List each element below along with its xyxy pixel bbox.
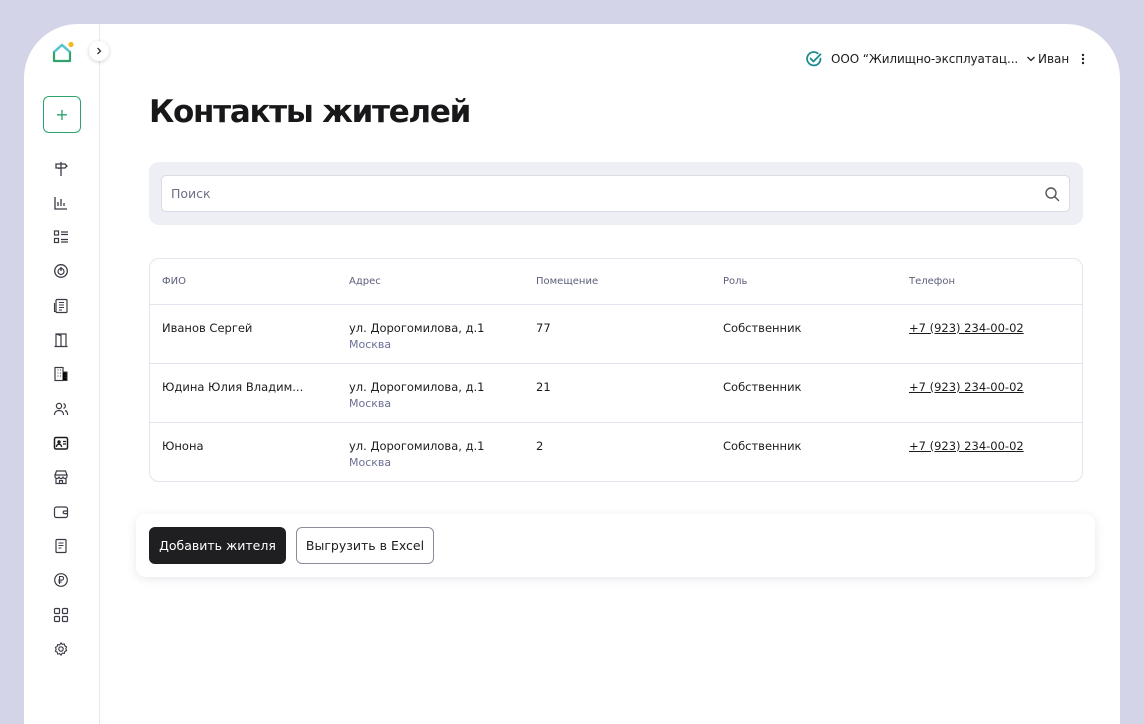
document-icon[interactable] [52, 537, 70, 555]
table-row[interactable]: Иванов Сергей ул. Дорогомилова, д.1 Моск… [150, 305, 1082, 364]
resident-room: 77 [536, 321, 551, 335]
table-row[interactable]: Юдина Юлия Владим... ул. Дорогомилова, д… [150, 364, 1082, 423]
search-icon[interactable] [1044, 186, 1060, 202]
resident-room: 21 [536, 380, 551, 394]
wallet-icon[interactable] [52, 503, 70, 521]
column-header-phone[interactable]: Телефон [909, 276, 955, 287]
more-vertical-icon [1082, 53, 1085, 65]
search-panel [149, 162, 1083, 225]
resident-role: Собственник [723, 380, 802, 394]
sidebar: + [24, 24, 109, 724]
organization-selector[interactable]: ООО “Жилищно-эксплуатац... [805, 49, 1036, 69]
page-title: Контакты жителей [149, 94, 471, 130]
resident-city: Москва [349, 338, 392, 351]
app-window: + ООО “Жилищно-эксплуатац... Иван Контак… [24, 24, 1120, 724]
grid-icon[interactable] [52, 606, 70, 624]
resident-city: Москва [349, 397, 392, 410]
resident-city: Москва [349, 456, 392, 469]
residents-table: ФИО Адрес Помещение Роль Телефон Иванов … [149, 258, 1083, 482]
settings-icon[interactable] [52, 640, 70, 658]
column-header-name[interactable]: ФИО [162, 276, 186, 287]
table-row[interactable]: Юнона ул. Дорогомилова, д.1 Москва 2 Соб… [150, 423, 1082, 481]
export-excel-button[interactable]: Выгрузить в Excel [296, 527, 434, 564]
verified-check-icon [806, 51, 822, 67]
resident-name: Юнона [162, 439, 204, 453]
newspaper-icon[interactable] [52, 297, 70, 315]
list-icon[interactable] [52, 228, 70, 246]
user-menu[interactable]: Иван [1038, 49, 1085, 69]
add-resident-button[interactable]: Добавить жителя [149, 527, 286, 564]
resident-address: ул. Дорогомилова, д.1 [349, 439, 485, 453]
resident-name: Иванов Сергей [162, 321, 253, 335]
store-icon[interactable] [52, 468, 70, 486]
building-icon[interactable] [52, 365, 70, 383]
chevron-down-icon [1027, 56, 1036, 62]
resident-phone-link[interactable]: +7 (923) 234-00-02 [909, 321, 1024, 335]
users-icon[interactable] [52, 400, 70, 418]
house-logo-icon[interactable] [50, 41, 74, 65]
ruble-icon[interactable] [52, 571, 70, 589]
bar-chart-icon[interactable] [52, 194, 70, 212]
resident-name: Юдина Юлия Владим... [162, 380, 304, 394]
sidebar-expand-button[interactable] [89, 41, 109, 61]
resident-address: ул. Дорогомилова, д.1 [349, 380, 485, 394]
power-icon[interactable] [52, 262, 70, 280]
door-icon[interactable] [52, 331, 70, 349]
column-header-address[interactable]: Адрес [349, 276, 381, 287]
search-input[interactable] [171, 176, 1031, 211]
organization-name: ООО “Жилищно-эксплуатац... [831, 52, 1019, 66]
resident-room: 2 [536, 439, 544, 453]
column-header-room[interactable]: Помещение [536, 276, 598, 287]
contact-card-icon[interactable] [52, 434, 70, 452]
resident-phone-link[interactable]: +7 (923) 234-00-02 [909, 439, 1024, 453]
resident-role: Собственник [723, 439, 802, 453]
resident-address: ул. Дорогомилова, д.1 [349, 321, 485, 335]
resident-phone-link[interactable]: +7 (923) 234-00-02 [909, 380, 1024, 394]
search-box [161, 175, 1070, 212]
table-header: ФИО Адрес Помещение Роль Телефон [150, 259, 1082, 305]
resident-role: Собственник [723, 321, 802, 335]
chevron-right-icon [97, 47, 102, 55]
user-name: Иван [1038, 52, 1070, 66]
create-button[interactable]: + [43, 96, 81, 133]
action-bar: Добавить жителя Выгрузить в Excel [136, 514, 1095, 577]
signpost-icon[interactable] [52, 160, 70, 178]
column-header-role[interactable]: Роль [723, 276, 747, 287]
